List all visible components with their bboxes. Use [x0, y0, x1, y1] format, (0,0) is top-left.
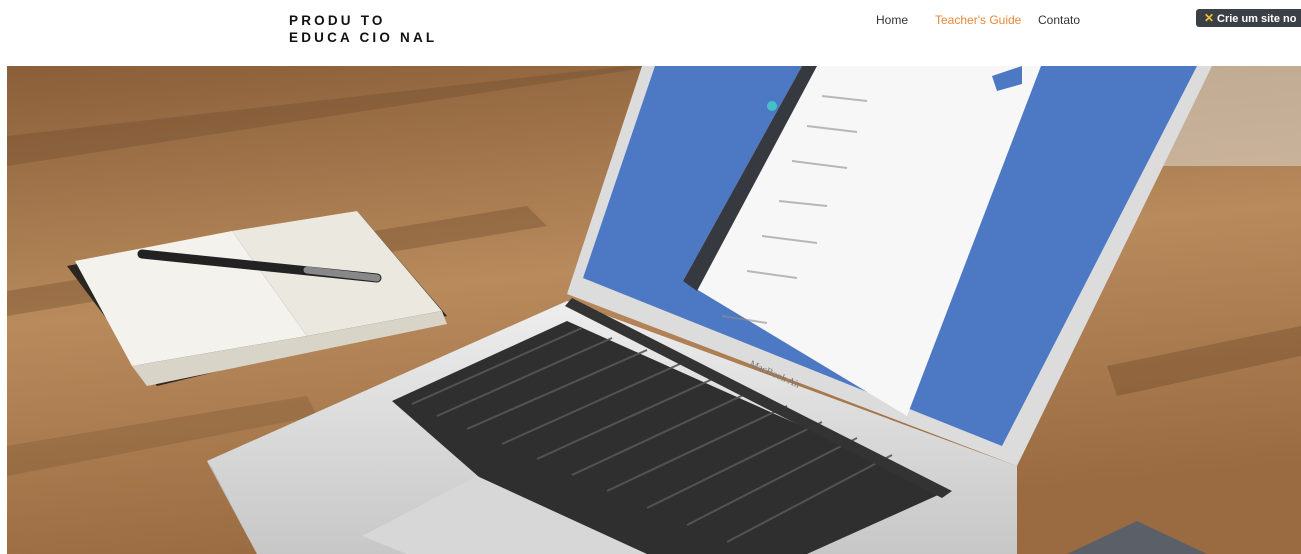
hero-image: MacBook Air — [7, 66, 1301, 554]
nav-contato[interactable]: Contato — [1038, 13, 1080, 27]
nav-home[interactable]: Home — [876, 13, 908, 27]
site-logo[interactable]: PRODU TO EDUCA CIO NAL — [289, 12, 437, 46]
laptop-desk-photo: MacBook Air — [7, 66, 1301, 554]
create-site-label: Crie um site no — [1217, 13, 1297, 25]
site-logo-line-2: EDUCA CIO NAL — [289, 30, 438, 45]
site-header: PRODU TO EDUCA CIO NAL Home Teacher's Gu… — [0, 0, 1301, 66]
nav-teachers-guide[interactable]: Teacher's Guide — [935, 13, 1021, 27]
close-icon[interactable]: ✕ — [1204, 9, 1214, 27]
create-site-banner[interactable]: ✕ Crie um site no — [1196, 9, 1301, 27]
site-logo-line-1: PRODU TO — [289, 13, 386, 28]
